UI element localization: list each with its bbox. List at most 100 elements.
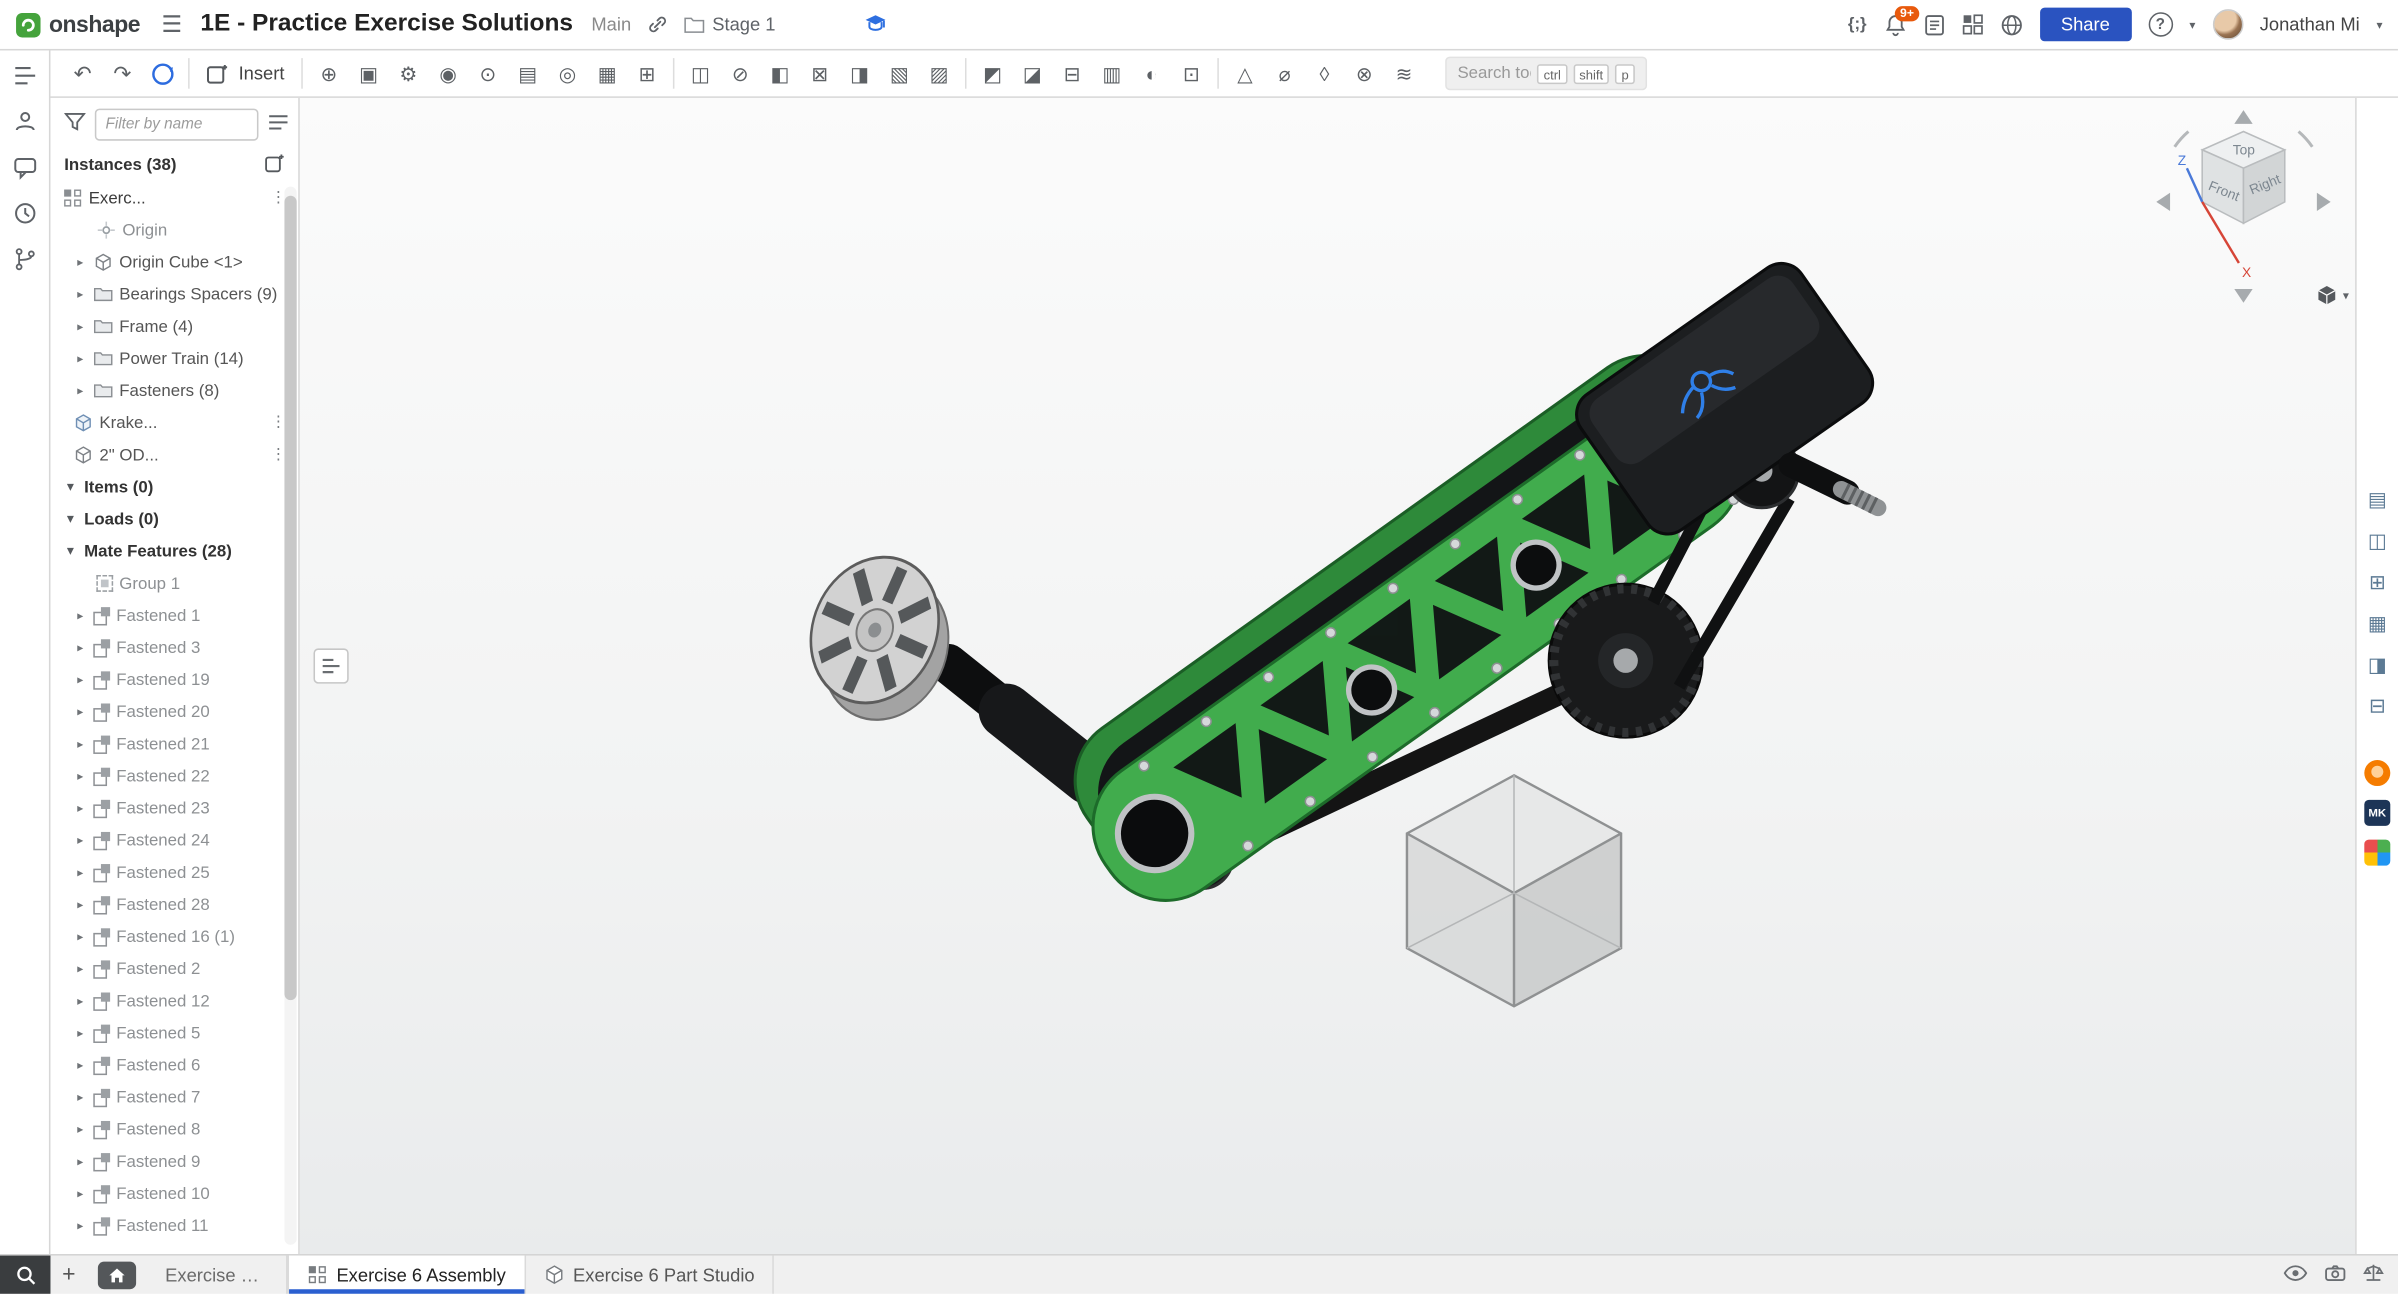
- named-positions-icon[interactable]: ◪: [1012, 55, 1052, 92]
- mate-feature-row[interactable]: ▸ Fastened 12: [50, 985, 298, 1017]
- mate-feature-row[interactable]: ▸ Fastened 7: [50, 1081, 298, 1113]
- app-store-icon[interactable]: [1961, 14, 1982, 35]
- exploded-view-icon[interactable]: ⊟: [1052, 55, 1092, 92]
- tree-item-frame[interactable]: ▸ Frame (4): [50, 310, 298, 342]
- search-tools[interactable]: Search tools... ctrl shift p: [1445, 57, 1647, 91]
- configurations-icon[interactable]: ⊡: [1171, 55, 1211, 92]
- filter-input[interactable]: [95, 109, 259, 141]
- camera-icon[interactable]: [2325, 1261, 2346, 1289]
- tree-item-bearings-spacers[interactable]: ▸ Bearings Spacers (9): [50, 278, 298, 310]
- mate-feature-row[interactable]: ▸ Fastened 22: [50, 760, 298, 792]
- chevron-right-icon[interactable]: ▸: [73, 288, 87, 302]
- chevron-down-icon[interactable]: ▾: [63, 543, 78, 560]
- app-mkcad-icon[interactable]: MK: [2364, 800, 2390, 826]
- section-mate-features[interactable]: ▾ Mate Features (28): [50, 535, 298, 567]
- community-globe-icon[interactable]: [2000, 13, 2023, 36]
- rotate-ccw-arrow-icon[interactable]: [2175, 132, 2189, 147]
- section-items[interactable]: ▾ Items (0): [50, 471, 298, 503]
- mate-feature-row[interactable]: ▸ Fastened 16 (1): [50, 921, 298, 953]
- chevron-right-icon[interactable]: ▸: [73, 1090, 87, 1104]
- search-tabs-button[interactable]: [0, 1256, 50, 1294]
- undo-icon[interactable]: ↶: [63, 55, 103, 92]
- hole-pattern-icon[interactable]: ◧: [760, 55, 800, 92]
- bom-icon[interactable]: ▥: [1092, 55, 1132, 92]
- eye-icon[interactable]: [2283, 1261, 2307, 1289]
- new-tab-button[interactable]: +: [50, 1256, 87, 1294]
- avatar[interactable]: [2212, 9, 2243, 40]
- documents-panel-icon[interactable]: ▤: [2364, 486, 2392, 514]
- chevron-right-icon[interactable]: ▸: [73, 1123, 87, 1137]
- appearance-icon[interactable]: ◐: [1132, 55, 1172, 92]
- mate-connector-icon[interactable]: ⊙: [468, 55, 508, 92]
- scrollbar-thumb[interactable]: [284, 196, 296, 1000]
- stage-selector[interactable]: Stage 1: [683, 14, 775, 35]
- mate-feature-row[interactable]: ▸ Fastened 1: [50, 599, 298, 631]
- tree-item-kraken[interactable]: Krake... ⋮: [50, 407, 298, 439]
- panel-scrollbar[interactable]: [284, 187, 296, 1245]
- chevron-right-icon[interactable]: ▸: [73, 962, 87, 976]
- chevron-right-icon[interactable]: ▸: [73, 833, 87, 847]
- link-icon[interactable]: [646, 14, 667, 35]
- branch-label[interactable]: Main: [591, 14, 631, 35]
- properties-panel-icon[interactable]: ⊟: [2364, 693, 2392, 721]
- chevron-right-icon[interactable]: ▸: [73, 1058, 87, 1072]
- chevron-right-icon[interactable]: ▸: [73, 769, 87, 783]
- chevron-right-icon[interactable]: ▸: [73, 1187, 87, 1201]
- mate-feature-row[interactable]: ▸ Fastened 21: [50, 728, 298, 760]
- chevron-down-icon[interactable]: ▾: [63, 511, 78, 528]
- tab-exercise6-directory[interactable]: Exercise 6 - Dir: [147, 1256, 288, 1294]
- sync-icon[interactable]: [142, 55, 182, 92]
- frame-analysis-icon[interactable]: ≋: [1384, 55, 1424, 92]
- chevron-down-icon[interactable]: ▾: [63, 479, 78, 496]
- redo-icon[interactable]: ↷: [102, 55, 142, 92]
- mate-feature-row[interactable]: ▸ Fastened 20: [50, 696, 298, 728]
- chevron-right-icon[interactable]: ▸: [73, 641, 87, 655]
- help-icon[interactable]: ?: [2148, 12, 2172, 36]
- mate-feature-row[interactable]: ▸ Fastened 23: [50, 792, 298, 824]
- section-loads[interactable]: ▾ Loads (0): [50, 503, 298, 535]
- chevron-right-icon[interactable]: ▸: [73, 705, 87, 719]
- classroom-icon[interactable]: [864, 14, 887, 35]
- rotate-up-arrow-icon[interactable]: [2234, 110, 2252, 124]
- tree-item-origin-cube[interactable]: ▸ Origin Cube <1>: [50, 246, 298, 278]
- relation-icon[interactable]: ⚙: [388, 55, 428, 92]
- mate-feature-row[interactable]: ▸ Fastened 6: [50, 1049, 298, 1081]
- circular-pattern-icon[interactable]: ◎: [548, 55, 588, 92]
- onshape-logo[interactable]: onshape: [15, 11, 140, 37]
- insert-button[interactable]: Insert: [196, 59, 295, 88]
- filter-icon[interactable]: [64, 111, 85, 139]
- mate-feature-row[interactable]: ▸ Fastened 11: [50, 1210, 298, 1242]
- tree-item-origin[interactable]: Origin: [50, 214, 298, 246]
- tab-exercise6-assembly[interactable]: Exercise 6 Assembly: [288, 1256, 526, 1294]
- mate-icon[interactable]: ⊕: [309, 55, 349, 92]
- help-caret-icon[interactable]: ▾: [2189, 18, 2195, 32]
- mate-feature-row[interactable]: ▸ Fastened 25: [50, 856, 298, 888]
- assembly-model[interactable]: [300, 98, 2355, 1254]
- assembly-features-icon[interactable]: ◫: [681, 55, 721, 92]
- home-button[interactable]: [98, 1261, 136, 1289]
- snap-mode-icon[interactable]: ◉: [428, 55, 468, 92]
- mass-properties-icon[interactable]: ◊: [1305, 55, 1345, 92]
- pulley[interactable]: [1549, 584, 1702, 737]
- chevron-right-icon[interactable]: ▸: [73, 866, 87, 880]
- tree-item-power-train[interactable]: ▸ Power Train (14): [50, 343, 298, 375]
- featurescript-notices-icon[interactable]: {;}: [1848, 15, 1867, 33]
- sheet-metal-icon[interactable]: ▨: [919, 55, 959, 92]
- origin-cube[interactable]: [1407, 775, 1621, 1006]
- mate-feature-row[interactable]: ▸ Fastened 24: [50, 824, 298, 856]
- appearance-panel-icon[interactable]: ◨: [2364, 651, 2392, 679]
- scale-icon[interactable]: [2363, 1261, 2384, 1289]
- chevron-right-icon[interactable]: ▸: [73, 898, 87, 912]
- mate-feature-row[interactable]: ▸ Fastened 9: [50, 1145, 298, 1177]
- chevron-right-icon[interactable]: ▸: [73, 994, 87, 1008]
- mate-feature-row[interactable]: ▸ Fastened 8: [50, 1113, 298, 1145]
- chevron-right-icon[interactable]: ▸: [73, 801, 87, 815]
- history-icon[interactable]: [11, 200, 37, 226]
- section-view-icon[interactable]: △: [1225, 55, 1265, 92]
- report-icon[interactable]: [1923, 13, 1944, 36]
- tree-item-fasteners[interactable]: ▸ Fasteners (8): [50, 375, 298, 407]
- mate-feature-row[interactable]: ▸ Fastened 28: [50, 889, 298, 921]
- rotate-right-arrow-icon[interactable]: [2317, 193, 2331, 211]
- 3d-viewport[interactable]: Top Front Right Z X ▾: [300, 98, 2355, 1254]
- tab-feature-icon[interactable]: ▧: [879, 55, 919, 92]
